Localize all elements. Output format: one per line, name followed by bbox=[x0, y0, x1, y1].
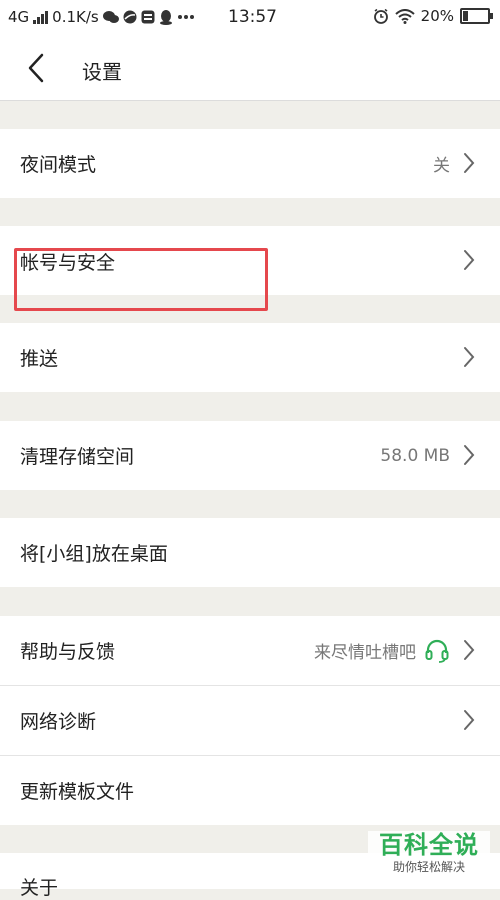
setting-label: 夜间模式 bbox=[20, 154, 97, 176]
app-notify-icon bbox=[141, 10, 155, 24]
setting-update-templates[interactable]: 更新模板文件 bbox=[0, 756, 500, 825]
watermark-subtitle: 助你轻松解决 bbox=[392, 860, 465, 874]
setting-value: 来尽情吐槽吧 bbox=[314, 643, 416, 663]
setting-label: 将[小组]放在桌面 bbox=[20, 543, 168, 565]
setting-label: 关于 bbox=[20, 877, 59, 899]
setting-push[interactable]: 推送 bbox=[0, 323, 500, 392]
back-arrow-icon bbox=[28, 53, 44, 83]
wechat-icon bbox=[102, 10, 119, 24]
chevron-right-icon bbox=[464, 347, 475, 367]
chevron-right-icon bbox=[464, 710, 475, 730]
back-button[interactable] bbox=[18, 50, 54, 86]
setting-night-mode[interactable]: 夜间模式 关 bbox=[0, 129, 500, 198]
watermark-logo: 百科全说 助你轻松解决 bbox=[368, 831, 490, 875]
setting-label: 帮助与反馈 bbox=[20, 641, 116, 663]
watermark-title: 百科全说 bbox=[379, 831, 479, 859]
network-type: 4G bbox=[8, 8, 30, 26]
setting-label: 网络诊断 bbox=[20, 711, 97, 733]
signal-icon bbox=[33, 10, 49, 24]
status-left: 4G 0.1K/s bbox=[8, 8, 195, 26]
chevron-right-icon bbox=[464, 640, 475, 660]
chevron-right-icon bbox=[464, 250, 475, 270]
chevron-right-icon bbox=[464, 445, 475, 465]
storage-size: 58.0 MB bbox=[380, 445, 450, 466]
clock: 13:57 bbox=[228, 7, 277, 27]
battery-percent: 20% bbox=[420, 7, 454, 25]
status-right: 20% bbox=[373, 7, 493, 25]
setting-add-to-desktop[interactable]: 将[小组]放在桌面 bbox=[0, 518, 500, 587]
setting-value: 关 bbox=[433, 156, 450, 176]
setting-label: 推送 bbox=[20, 348, 59, 370]
alarm-icon bbox=[373, 8, 389, 24]
qq-icon bbox=[159, 9, 173, 25]
browser-icon bbox=[123, 10, 137, 24]
setting-network-diagnosis[interactable]: 网络诊断 bbox=[0, 686, 500, 755]
more-notifications-icon bbox=[177, 14, 195, 20]
app-header: 设置 bbox=[0, 36, 500, 101]
setting-label: 清理存储空间 bbox=[20, 446, 135, 468]
network-speed: 0.1K/s bbox=[52, 8, 99, 26]
wifi-icon bbox=[394, 8, 415, 24]
page-title: 设置 bbox=[82, 60, 122, 84]
battery-icon bbox=[460, 8, 493, 24]
setting-help-feedback[interactable]: 帮助与反馈 来尽情吐槽吧 bbox=[0, 616, 500, 685]
chevron-right-icon bbox=[464, 153, 475, 173]
status-bar: 4G 0.1K/s 13:57 20% bbox=[0, 0, 500, 36]
setting-clear-storage[interactable]: 清理存储空间 58.0 MB bbox=[0, 421, 500, 490]
headset-icon bbox=[425, 639, 449, 663]
highlight-box bbox=[14, 248, 268, 311]
setting-label: 更新模板文件 bbox=[20, 781, 135, 803]
